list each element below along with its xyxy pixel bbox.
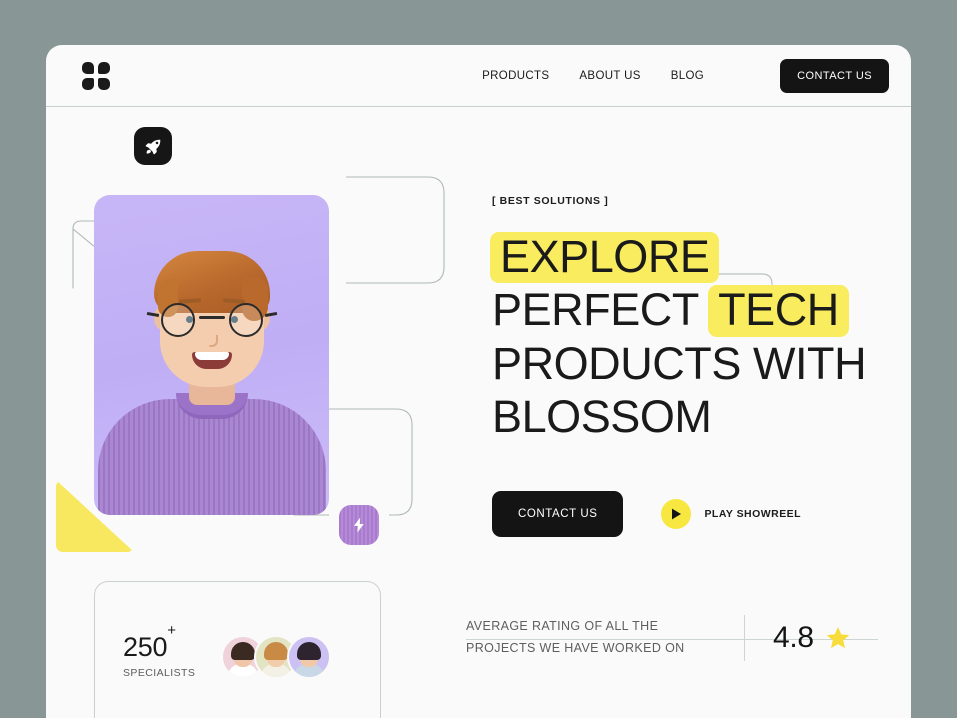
hero-contact-us-button[interactable]: CONTACT US bbox=[492, 490, 624, 537]
logo-petal-top-right bbox=[98, 61, 110, 74]
play-showreel-label: PLAY SHOWREEL bbox=[704, 507, 802, 520]
lightning-bolt-icon[interactable] bbox=[339, 505, 379, 545]
hero-eyebrow: [ BEST SOLUTIONS ] bbox=[492, 195, 609, 207]
glasses-bridge bbox=[198, 316, 225, 319]
rating-score: 4.8 bbox=[773, 621, 814, 654]
glasses-temple-left bbox=[146, 311, 159, 317]
decorative-right-outline bbox=[346, 176, 445, 284]
play-triangle-glyph bbox=[671, 508, 681, 520]
portrait-nose bbox=[208, 335, 218, 347]
specialists-count-suffix: + bbox=[167, 622, 176, 640]
nav-link-blog[interactable]: BLOG bbox=[671, 70, 704, 82]
play-icon bbox=[661, 498, 692, 529]
blossom-logo[interactable] bbox=[82, 61, 110, 90]
site-header: PRODUCTS ABOUT US BLOG CONTACT US bbox=[46, 45, 911, 107]
headline-mark-explore: EXPLORE bbox=[490, 232, 720, 284]
hero-visual bbox=[46, 107, 466, 577]
headline-mark-tech: TECH bbox=[708, 285, 849, 337]
screen-canvas: PRODUCTS ABOUT US BLOG CONTACT US [BEST… bbox=[0, 0, 957, 718]
star-icon bbox=[826, 626, 850, 649]
rating-score-group: 4.8 bbox=[773, 621, 851, 655]
avatar-specialist-3[interactable] bbox=[287, 634, 332, 679]
rocket-icon[interactable] bbox=[134, 127, 172, 165]
rating-description: AVERAGE RATING OF ALL THE PROJECTS WE HA… bbox=[466, 619, 685, 655]
headline-line-2: PERFECT TECH bbox=[492, 283, 866, 337]
headline-text-perfect: PERFECT bbox=[492, 284, 711, 336]
stats-band: 250+ SPECIALISTS AVERAGE RATING OF ALL T… bbox=[46, 577, 911, 718]
main-nav: PRODUCTS ABOUT US BLOG CONTACT US bbox=[482, 58, 889, 93]
specialists-count: 250+ bbox=[123, 623, 195, 662]
website-card: PRODUCTS ABOUT US BLOG CONTACT US [BEST… bbox=[46, 45, 911, 718]
headline-line-3: PRODUCTS WITH bbox=[492, 337, 867, 389]
hero-copy: [ BEST SOLUTIONS ] EXPLORE PERFECT TECH … bbox=[466, 107, 911, 577]
hero-headline: EXPLORE PERFECT TECH PRODUCTS WITH BLOSS… bbox=[490, 230, 867, 443]
lightning-bolt-glyph bbox=[354, 517, 364, 533]
specialists-count-value: 250 bbox=[123, 632, 168, 662]
header-contact-us-button[interactable]: CONTACT US bbox=[780, 58, 889, 93]
rating-block: AVERAGE RATING OF ALL THE PROJECTS WE HA… bbox=[466, 615, 851, 661]
avatar-3-hair bbox=[297, 641, 322, 660]
logo-petal-top-left bbox=[82, 61, 94, 74]
hero-portrait-card bbox=[94, 195, 329, 515]
logo-petal-bottom-left bbox=[82, 77, 94, 90]
headline-line-1: EXPLORE bbox=[490, 230, 866, 284]
avatar-2-hair bbox=[264, 641, 289, 660]
glasses-lens-right bbox=[228, 303, 263, 337]
nav-link-products[interactable]: PRODUCTS bbox=[482, 70, 549, 82]
play-showreel-button[interactable]: PLAY SHOWREEL bbox=[661, 498, 802, 529]
specialists-label: SPECIALISTS bbox=[123, 667, 196, 679]
logo-petal-bottom-right bbox=[98, 77, 110, 90]
glasses-temple-right bbox=[264, 311, 277, 317]
specialists-text: 250+ SPECIALISTS bbox=[123, 623, 196, 679]
portrait-illustration bbox=[94, 195, 329, 515]
hero-section: [ BEST SOLUTIONS ] EXPLORE PERFECT TECH … bbox=[46, 107, 911, 640]
nav-link-about-us[interactable]: ABOUT US bbox=[579, 70, 640, 82]
specialists-avatars bbox=[221, 634, 332, 679]
portrait-glasses bbox=[146, 303, 277, 337]
rating-divider bbox=[744, 615, 745, 661]
avatar-1-hair bbox=[231, 641, 256, 660]
glasses-lens-left bbox=[160, 303, 195, 337]
headline-line-4: BLOSSOM bbox=[492, 390, 712, 442]
rocket-glyph bbox=[145, 139, 160, 154]
specialists-card: 250+ SPECIALISTS bbox=[94, 581, 381, 718]
hero-actions: CONTACT US PLAY SHOWREEL bbox=[492, 490, 866, 537]
